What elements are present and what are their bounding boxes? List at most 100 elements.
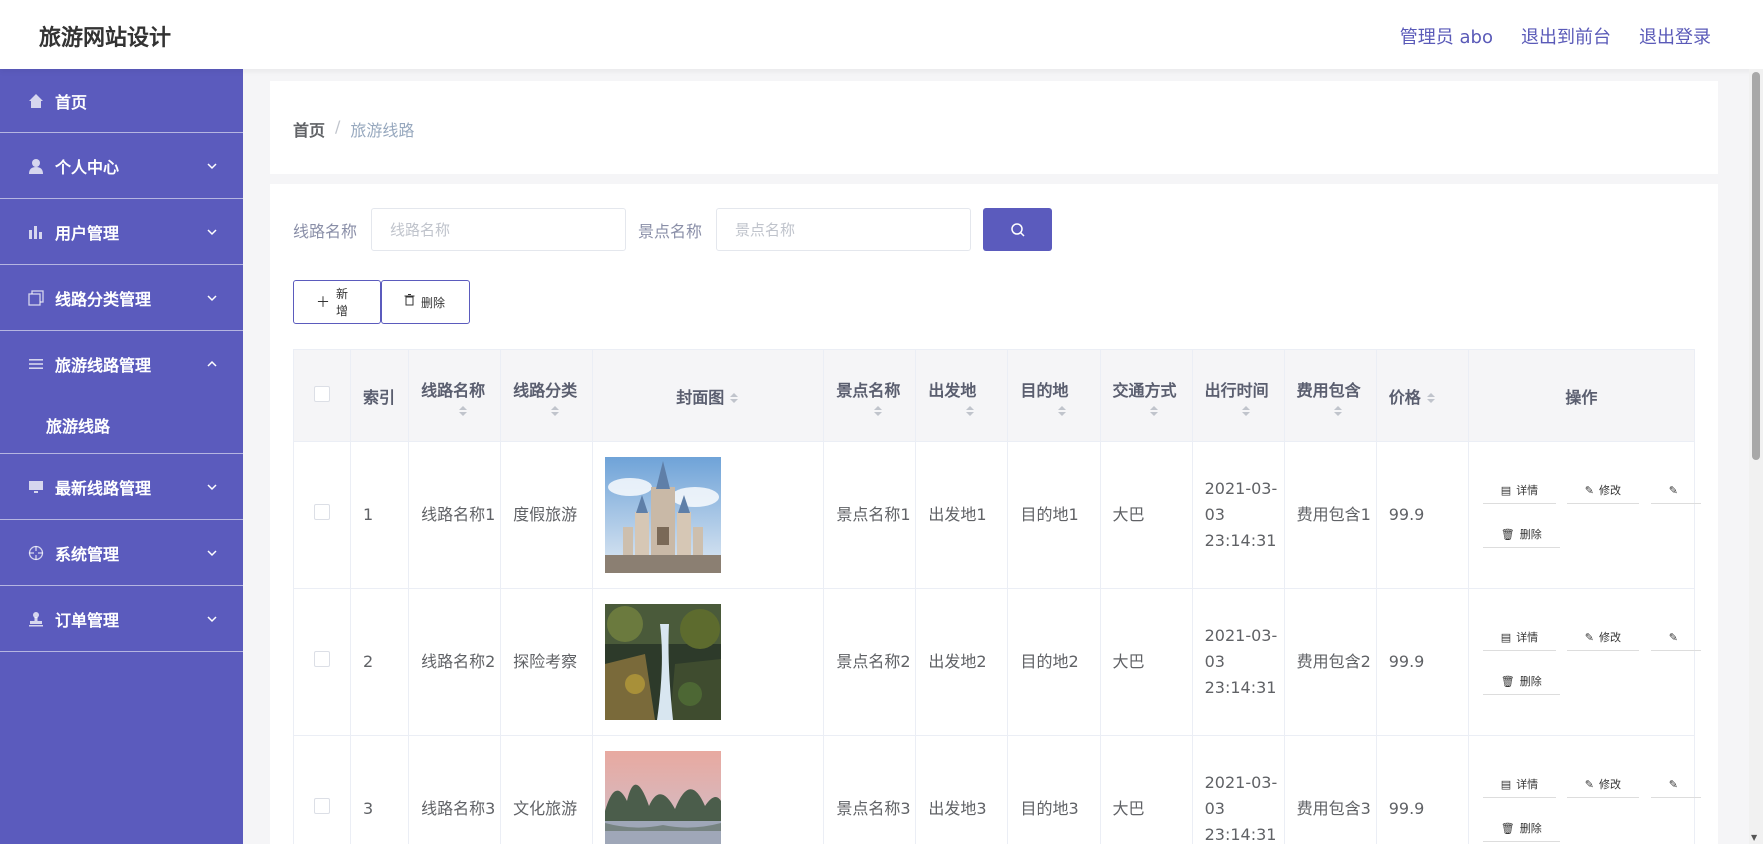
- route-name-input[interactable]: [371, 208, 627, 251]
- document-icon: ▤: [1500, 630, 1512, 644]
- delete-button-label: 删除: [1519, 821, 1542, 835]
- sidebar-item-label: 用户管理: [55, 223, 120, 243]
- cell-cover: [592, 735, 825, 844]
- sidebar-item-profile[interactable]: 个人中心: [0, 133, 243, 199]
- spot-name-input[interactable]: [716, 208, 972, 251]
- header-transport[interactable]: 交通方式: [1099, 349, 1193, 442]
- batch-delete-button[interactable]: 删除: [381, 280, 470, 324]
- detail-button[interactable]: ▤ 详情: [1482, 478, 1557, 504]
- edit-icon: ✎: [1584, 483, 1594, 497]
- crosshair-icon: [27, 544, 45, 562]
- header-cover[interactable]: 封面图: [592, 349, 825, 442]
- sidebar-item-users[interactable]: 用户管理: [0, 199, 243, 265]
- select-all-cell: [292, 349, 352, 442]
- trash-icon: [404, 294, 415, 310]
- header-route-name[interactable]: 线路名称: [408, 349, 502, 442]
- header-time[interactable]: 出行时间: [1191, 349, 1285, 442]
- cell-price: 99.9: [1375, 588, 1469, 736]
- select-all-checkbox[interactable]: [314, 385, 331, 402]
- table-row: 1 线路名称1 度假旅游 景点名称1 出发地1 目的地1 大巴 2021-03-…: [292, 441, 1701, 589]
- header-price[interactable]: 价格: [1375, 349, 1469, 442]
- cell-category: 度假旅游: [500, 441, 594, 589]
- cell-route-name: 线路名称2: [408, 588, 502, 736]
- cover-image-waterfall[interactable]: [605, 604, 722, 720]
- monitor-icon: [27, 478, 45, 496]
- front-link[interactable]: 退出到前台: [1521, 23, 1611, 49]
- sort-icon: [1058, 406, 1066, 416]
- sort-icon: [1426, 393, 1435, 403]
- row-checkbox[interactable]: [314, 798, 331, 814]
- header-category[interactable]: 线路分类: [500, 349, 594, 442]
- breadcrumb-panel: 首页 / 旅游线路: [270, 81, 1718, 174]
- cell-transport: 大巴: [1099, 441, 1193, 589]
- admin-link[interactable]: 管理员 abo: [1400, 23, 1493, 49]
- detail-button[interactable]: ▤ 详情: [1482, 625, 1557, 651]
- edit-button[interactable]: ✎ 修改: [1566, 478, 1639, 504]
- header-spot-name[interactable]: 景点名称: [823, 349, 917, 442]
- edit-button-label: 修改: [1599, 630, 1621, 644]
- search-button[interactable]: [983, 208, 1053, 251]
- list-panel: 线路名称 景点名称 ＋ 新增 删除: [270, 184, 1718, 844]
- header-label: 景点名称: [836, 380, 901, 400]
- table-row: 2 线路名称2 探险考察 景点名称2 出发地2 目的地2 大巴 2021-03-…: [292, 588, 1701, 736]
- edit-icon: ✎: [1584, 630, 1594, 644]
- sidebar-item-system[interactable]: 系统管理: [0, 520, 243, 586]
- sidebar-item-home[interactable]: 首页: [0, 69, 243, 133]
- sidebar-item-route-category[interactable]: 线路分类管理: [0, 265, 243, 331]
- plus-icon: ＋: [316, 295, 330, 311]
- add-button[interactable]: ＋ 新增: [293, 280, 381, 324]
- sidebar-item-label: 线路分类管理: [55, 289, 152, 309]
- cell-actions: ▤ 详情 ✎ 修改 ✎ 🗑 删除: [1467, 441, 1701, 589]
- cover-image-river[interactable]: [605, 751, 722, 844]
- trash-icon: 🗑: [1500, 674, 1515, 688]
- cell-index: 1: [350, 441, 410, 589]
- edit-button[interactable]: ✎ 修改: [1566, 772, 1639, 798]
- breadcrumb-home[interactable]: 首页: [293, 117, 325, 141]
- chevron-down-icon: [207, 162, 217, 169]
- row-checkbox[interactable]: [314, 504, 331, 520]
- header-to[interactable]: 目的地: [1007, 349, 1101, 442]
- delete-button[interactable]: 🗑 删除: [1482, 669, 1560, 695]
- header-fee[interactable]: 费用包含: [1283, 349, 1377, 442]
- user-icon: [27, 157, 45, 175]
- scroll-down-icon[interactable]: ▼: [1751, 833, 1757, 842]
- cover-image-castle[interactable]: [605, 457, 722, 573]
- sidebar-item-travel-routes[interactable]: 旅游线路管理: [0, 331, 243, 397]
- extra-button[interactable]: ✎: [1650, 625, 1701, 651]
- edit-button-label: 修改: [1599, 483, 1621, 497]
- delete-button[interactable]: 🗑 删除: [1482, 816, 1560, 842]
- sort-icon: [1334, 406, 1343, 416]
- delete-button-label: 删除: [1519, 527, 1542, 541]
- header-from[interactable]: 出发地: [915, 349, 1009, 442]
- breadcrumb-separator: /: [335, 117, 341, 136]
- cell-time: 2021-03-03 23:14:31: [1191, 735, 1285, 844]
- edit-button[interactable]: ✎ 修改: [1566, 625, 1639, 651]
- edit-icon: ✎: [1584, 777, 1594, 791]
- header-label: 交通方式: [1112, 380, 1177, 400]
- detail-button[interactable]: ▤ 详情: [1482, 772, 1557, 798]
- edit-button-label: 修改: [1599, 777, 1621, 791]
- logout-link[interactable]: 退出登录: [1639, 23, 1711, 49]
- table-row: 3 线路名称3 文化旅游 景点名称3 出发地3 目的地3 大巴 2021-03-…: [292, 735, 1701, 844]
- chevron-down-icon: [207, 483, 217, 490]
- sidebar-subitem-travel-route[interactable]: 旅游线路: [0, 397, 243, 454]
- document-icon: ▤: [1500, 777, 1512, 791]
- page-scrollbar[interactable]: ▼: [1749, 69, 1763, 844]
- cell-actions: ▤ 详情 ✎ 修改 ✎ 🗑 删除: [1467, 735, 1701, 844]
- spot-name-label: 景点名称: [638, 221, 703, 241]
- row-actions: ▤ 详情 ✎ 修改 ✎ 🗑 删除: [1469, 442, 1701, 588]
- cell-price: 99.9: [1375, 441, 1469, 589]
- delete-button[interactable]: 🗑 删除: [1482, 522, 1560, 548]
- cell-time: 2021-03-03 23:14:31: [1191, 441, 1285, 589]
- extra-button[interactable]: ✎: [1650, 772, 1701, 798]
- cell-from: 出发地2: [915, 588, 1009, 736]
- sidebar-item-orders[interactable]: 订单管理: [0, 586, 243, 652]
- home-icon: [27, 92, 45, 110]
- scrollbar-thumb[interactable]: [1752, 72, 1760, 460]
- cell-fee: 费用包含3: [1283, 735, 1377, 844]
- table-header-row: 索引 线路名称 线路分类 封面图 景点名称 出发地 目的地 交通方式 出行时间 …: [292, 349, 1696, 442]
- search-bar: 线路名称 景点名称: [293, 208, 1053, 251]
- sidebar-item-latest-routes[interactable]: 最新线路管理: [0, 454, 243, 520]
- row-checkbox[interactable]: [314, 651, 331, 667]
- extra-button[interactable]: ✎: [1650, 478, 1701, 504]
